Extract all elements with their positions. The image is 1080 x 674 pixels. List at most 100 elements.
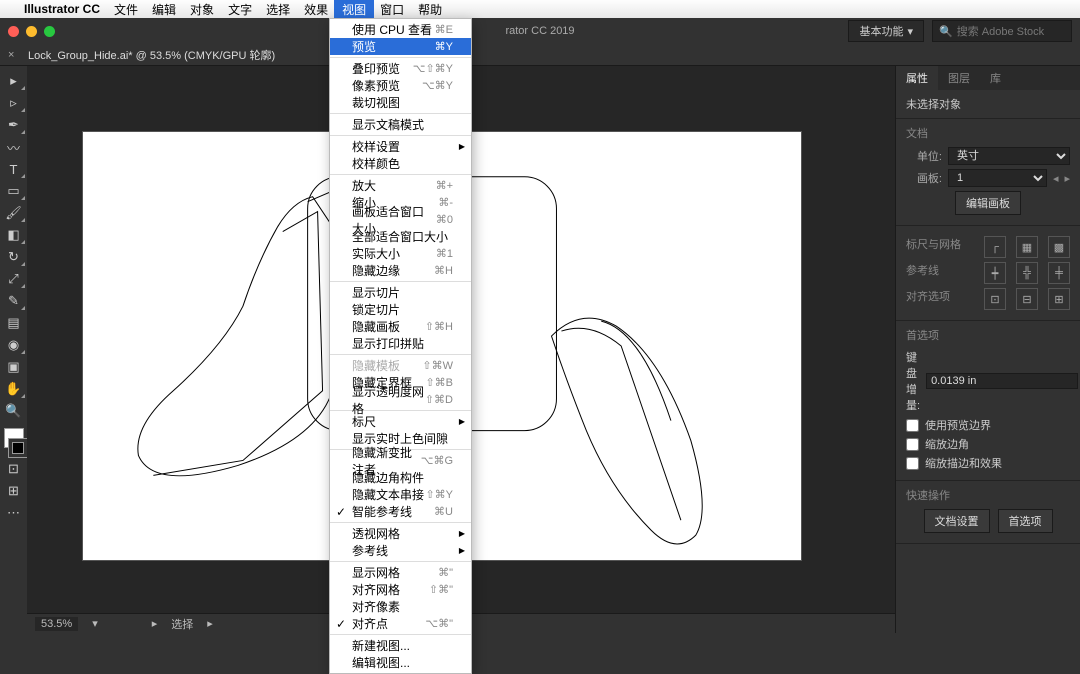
search-stock-field[interactable]: 🔍 搜索 Adobe Stock: [932, 20, 1072, 42]
menu-item[interactable]: 隐藏画板⇧⌘H: [330, 318, 471, 335]
paintbrush-tool[interactable]: 🖌: [0, 202, 27, 224]
screen-mode-icon[interactable]: ⊞: [0, 480, 27, 502]
tab-properties[interactable]: 属性: [896, 66, 938, 90]
draw-mode-icon[interactable]: ⊡: [0, 458, 27, 480]
smart-guides-icon[interactable]: ╪: [1048, 262, 1070, 284]
menu-item[interactable]: 显示切片: [330, 284, 471, 301]
guides-show-icon[interactable]: ┿: [984, 262, 1006, 284]
guides-lock-icon[interactable]: ╬: [1016, 262, 1038, 284]
shape-builder-tool[interactable]: ◉: [0, 334, 27, 356]
keyboard-increment-input[interactable]: [926, 373, 1078, 389]
menu-item[interactable]: 编辑视图...: [330, 654, 471, 671]
scale-tool[interactable]: ⤢: [0, 268, 27, 290]
workspace-switcher[interactable]: 基本功能 ▾: [848, 20, 924, 42]
zoom-dropdown-icon[interactable]: ▾: [92, 617, 98, 630]
menu-item[interactable]: 裁切视图: [330, 94, 471, 111]
stroke-swatch[interactable]: [8, 438, 28, 458]
menu-select[interactable]: 选择: [266, 1, 290, 18]
rectangle-tool[interactable]: ▭: [0, 180, 27, 202]
menu-object[interactable]: 对象: [190, 1, 214, 18]
pen-tool[interactable]: ✒: [0, 114, 27, 136]
check-icon: ✓: [336, 505, 346, 519]
menu-item[interactable]: 预览⌘Y: [330, 38, 471, 55]
unit-select[interactable]: 英寸: [948, 147, 1070, 165]
menu-item[interactable]: 校样设置▶: [330, 138, 471, 155]
menu-item[interactable]: 对齐像素: [330, 598, 471, 615]
shortcut-label: ⇧⌘": [429, 583, 453, 596]
transparency-grid-icon[interactable]: ▩: [1048, 236, 1070, 258]
menu-item[interactable]: 画板适合窗口大小⌘0: [330, 211, 471, 228]
grid-icon[interactable]: ▦: [1016, 236, 1038, 258]
menu-item[interactable]: 放大⌘+: [330, 177, 471, 194]
scale-strokes-checkbox[interactable]: 缩放描边和效果: [906, 455, 1070, 471]
tab-libraries[interactable]: 库: [980, 66, 1011, 90]
zoom-level[interactable]: 53.5%: [35, 617, 78, 631]
edit-toolbar-icon[interactable]: ⋯: [0, 502, 27, 524]
snap-point-icon[interactable]: ⊡: [984, 288, 1006, 310]
snap-pixel-icon[interactable]: ⊞: [1048, 288, 1070, 310]
menu-item[interactable]: 显示打印拼贴: [330, 335, 471, 352]
zoom-tool[interactable]: 🔍: [0, 400, 27, 422]
menu-item[interactable]: 叠印预览⌥⇧⌘Y: [330, 60, 471, 77]
shortcut-label: ⇧⌘H: [425, 320, 453, 333]
artboard-next-icon[interactable]: ▸: [1064, 172, 1070, 185]
menu-help[interactable]: 帮助: [418, 1, 442, 18]
app-name[interactable]: Illustrator CC: [24, 2, 100, 16]
ruler-icon[interactable]: ┌: [984, 236, 1006, 258]
edit-artboard-button[interactable]: 编辑画板: [955, 191, 1021, 215]
menu-item[interactable]: 全部适合窗口大小: [330, 228, 471, 245]
gradient-tool[interactable]: ▤: [0, 312, 27, 334]
menu-item[interactable]: ✓智能参考线⌘U: [330, 503, 471, 520]
menu-item: 隐藏模板⇧⌘W: [330, 357, 471, 374]
menu-item[interactable]: 显示文稿模式: [330, 116, 471, 133]
scale-corners-checkbox[interactable]: 缩放边角: [906, 436, 1070, 452]
menu-effect[interactable]: 效果: [304, 1, 328, 18]
artboard-select[interactable]: 1: [948, 169, 1047, 187]
menu-item[interactable]: 显示网格⌘": [330, 564, 471, 581]
menu-item[interactable]: 隐藏边缘⌘H: [330, 262, 471, 279]
menu-item[interactable]: 隐藏边角构件: [330, 469, 471, 486]
use-preview-bounds-checkbox[interactable]: 使用预览边界: [906, 417, 1070, 433]
menu-window[interactable]: 窗口: [380, 1, 404, 18]
eraser-tool[interactable]: ◧: [0, 224, 27, 246]
preferences-button[interactable]: 首选项: [998, 509, 1053, 533]
menu-item[interactable]: 新建视图...: [330, 637, 471, 654]
zoom-window-button[interactable]: [44, 26, 55, 37]
snap-grid-icon[interactable]: ⊟: [1016, 288, 1038, 310]
menu-view[interactable]: 视图: [334, 0, 374, 19]
fill-stroke-swatch[interactable]: [0, 428, 27, 458]
menu-item[interactable]: 实际大小⌘1: [330, 245, 471, 262]
close-window-button[interactable]: [8, 26, 19, 37]
menu-item[interactable]: 使用 CPU 查看⌘E: [330, 21, 471, 38]
menu-item[interactable]: 锁定切片: [330, 301, 471, 318]
tab-layers[interactable]: 图层: [938, 66, 980, 90]
menu-item-label: 隐藏边缘: [352, 262, 400, 279]
menu-edit[interactable]: 编辑: [152, 1, 176, 18]
document-setup-button[interactable]: 文档设置: [924, 509, 990, 533]
menu-item[interactable]: 像素预览⌥⌘Y: [330, 77, 471, 94]
menu-file[interactable]: 文件: [114, 1, 138, 18]
selection-tool[interactable]: ▸: [0, 70, 27, 92]
eyedropper-tool[interactable]: ✎: [0, 290, 27, 312]
menu-item[interactable]: 显示透明度网格⇧⌘D: [330, 391, 471, 408]
hand-tool[interactable]: ✋: [0, 378, 27, 400]
menu-item[interactable]: 参考线▶: [330, 542, 471, 559]
menu-item[interactable]: 透视网格▶: [330, 525, 471, 542]
type-tool[interactable]: T: [0, 158, 27, 180]
document-tab[interactable]: × Lock_Group_Hide.ai* @ 53.5% (CMYK/GPU …: [0, 44, 287, 65]
direct-selection-tool[interactable]: ▹: [0, 92, 27, 114]
artboard-tool[interactable]: ▣: [0, 356, 27, 378]
close-tab-icon[interactable]: ×: [8, 49, 14, 61]
curvature-tool[interactable]: 〰: [0, 136, 27, 158]
minimize-window-button[interactable]: [26, 26, 37, 37]
artboard-prev-icon[interactable]: ◂: [1053, 172, 1059, 185]
menu-item[interactable]: 隐藏渐变批注者⌥⌘G: [330, 452, 471, 469]
menu-item[interactable]: 对齐网格⇧⌘": [330, 581, 471, 598]
rotate-tool[interactable]: ↻: [0, 246, 27, 268]
shortcut-label: ⌥⌘Y: [422, 79, 453, 92]
menu-item[interactable]: 校样颜色: [330, 155, 471, 172]
menu-type[interactable]: 文字: [228, 1, 252, 18]
menu-item[interactable]: 标尺▶: [330, 413, 471, 430]
menu-item[interactable]: 隐藏文本串接⇧⌘Y: [330, 486, 471, 503]
menu-item[interactable]: ✓对齐点⌥⌘": [330, 615, 471, 632]
